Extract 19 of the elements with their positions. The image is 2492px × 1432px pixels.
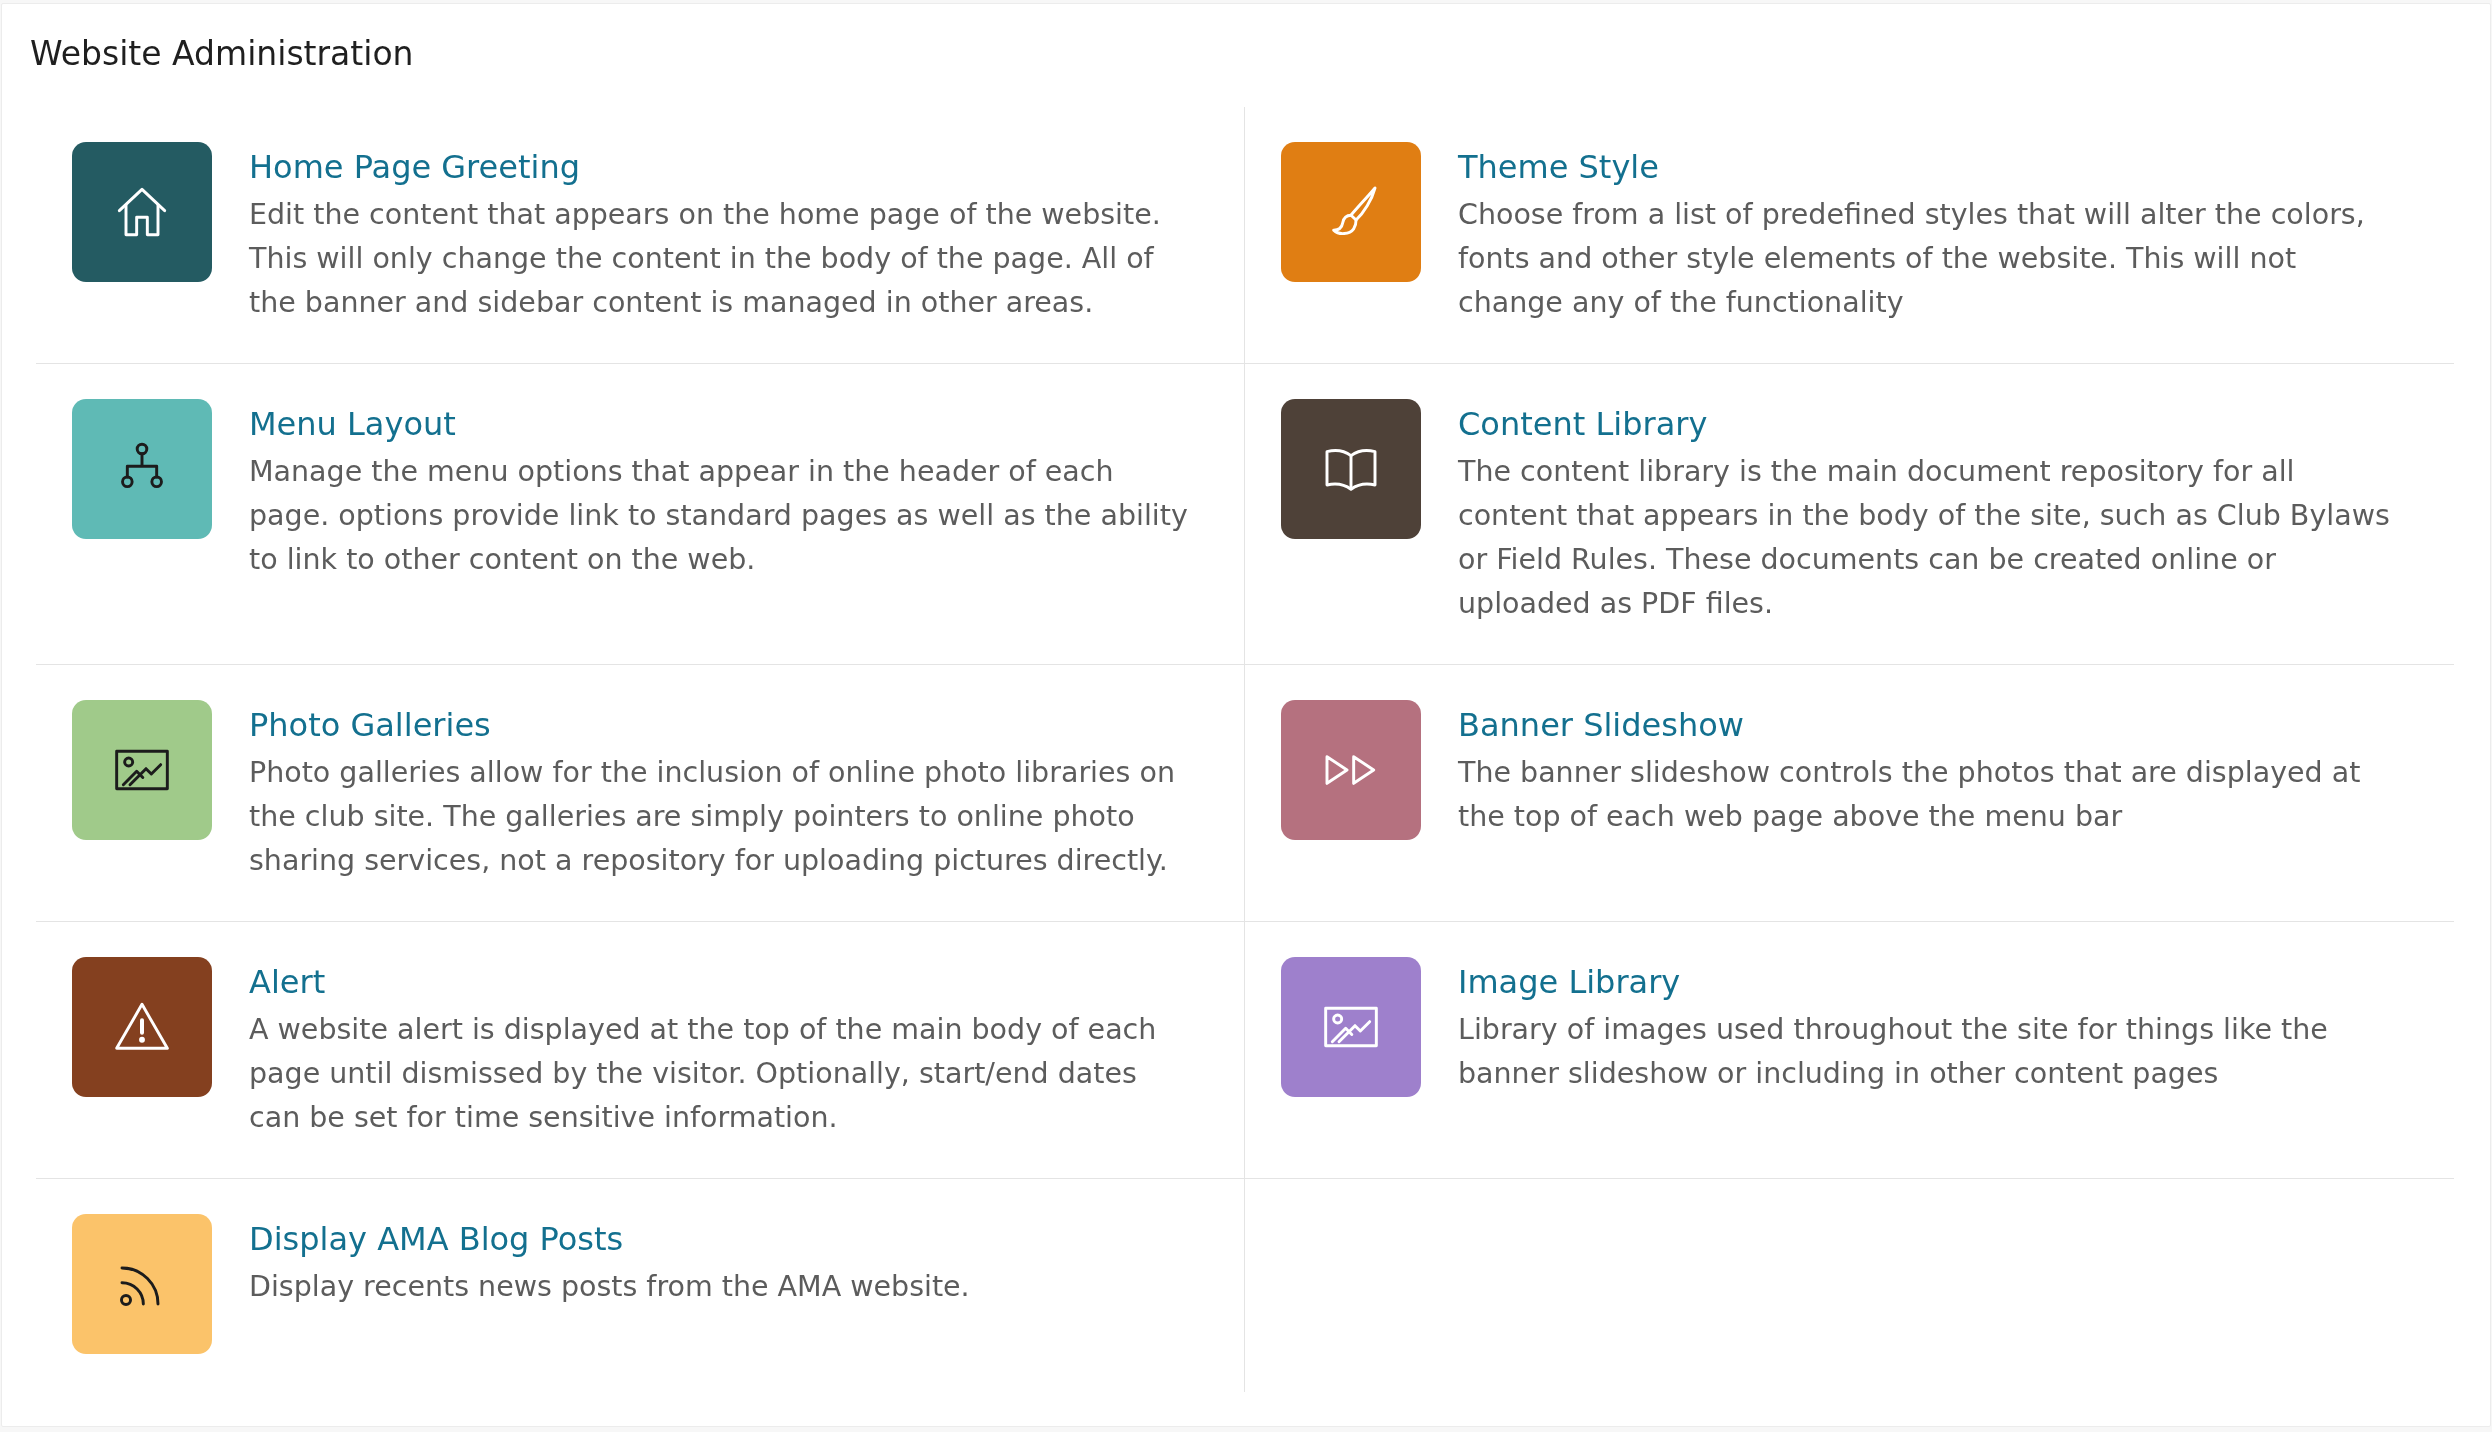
item-title-link[interactable]: Content Library xyxy=(1458,402,1708,446)
item-title-link[interactable]: Banner Slideshow xyxy=(1458,703,1744,747)
item-title-link[interactable]: Home Page Greeting xyxy=(249,145,580,189)
item-title-link[interactable]: Theme Style xyxy=(1458,145,1659,189)
item-description: Display recents news posts from the AMA website. xyxy=(249,1269,970,1305)
item-description: Edit the content that appears on the home page of the website. This will only change the content in the body of the page. All of the banner and sidebar content is managed in other areas. xyxy=(249,197,1162,321)
item-title-link[interactable]: Display AMA Blog Posts xyxy=(249,1217,624,1261)
item-description: The content library is the main document repository for all content that appears in the body of the site, such as Club Bylaws or Field Rules. These documents can be created online or uploaded as PDF files. xyxy=(1458,454,2391,622)
item-description: Choose from a list of predefined styles that will alter the colors, fonts and other style elements of the website. This will not change any of the functionality xyxy=(1458,197,2366,321)
item-description: The banner slideshow controls the photos that are displayed at the top of each web page above the menu bar xyxy=(1458,755,2362,835)
item-title-link[interactable]: Image Library xyxy=(1458,960,1681,1004)
item-title-link[interactable]: Alert xyxy=(249,960,326,1004)
item-description: Photo galleries allow for the inclusion of online photo libraries on the club site. The galleries are simply pointers to online photo sharing services, not a repository for uploading pictures directly. xyxy=(249,755,1176,879)
item-title-link[interactable]: Menu Layout xyxy=(249,402,456,446)
item-description: Library of images used throughout the site for things like the banner slideshow or including in other content pages xyxy=(1458,1012,2329,1092)
item-title-link[interactable]: Photo Galleries xyxy=(249,703,491,747)
page-title: Website Administration xyxy=(30,33,414,74)
item-description: A website alert is displayed at the top of the main body of each page until dismissed by the visitor. Optionally, start/end dates can be set for time sensitive information. xyxy=(249,1012,1158,1136)
item-description: Manage the menu options that appear in the header of each page. options provide link to standard pages as well as the ability to link to other content on the web. xyxy=(249,454,1189,578)
